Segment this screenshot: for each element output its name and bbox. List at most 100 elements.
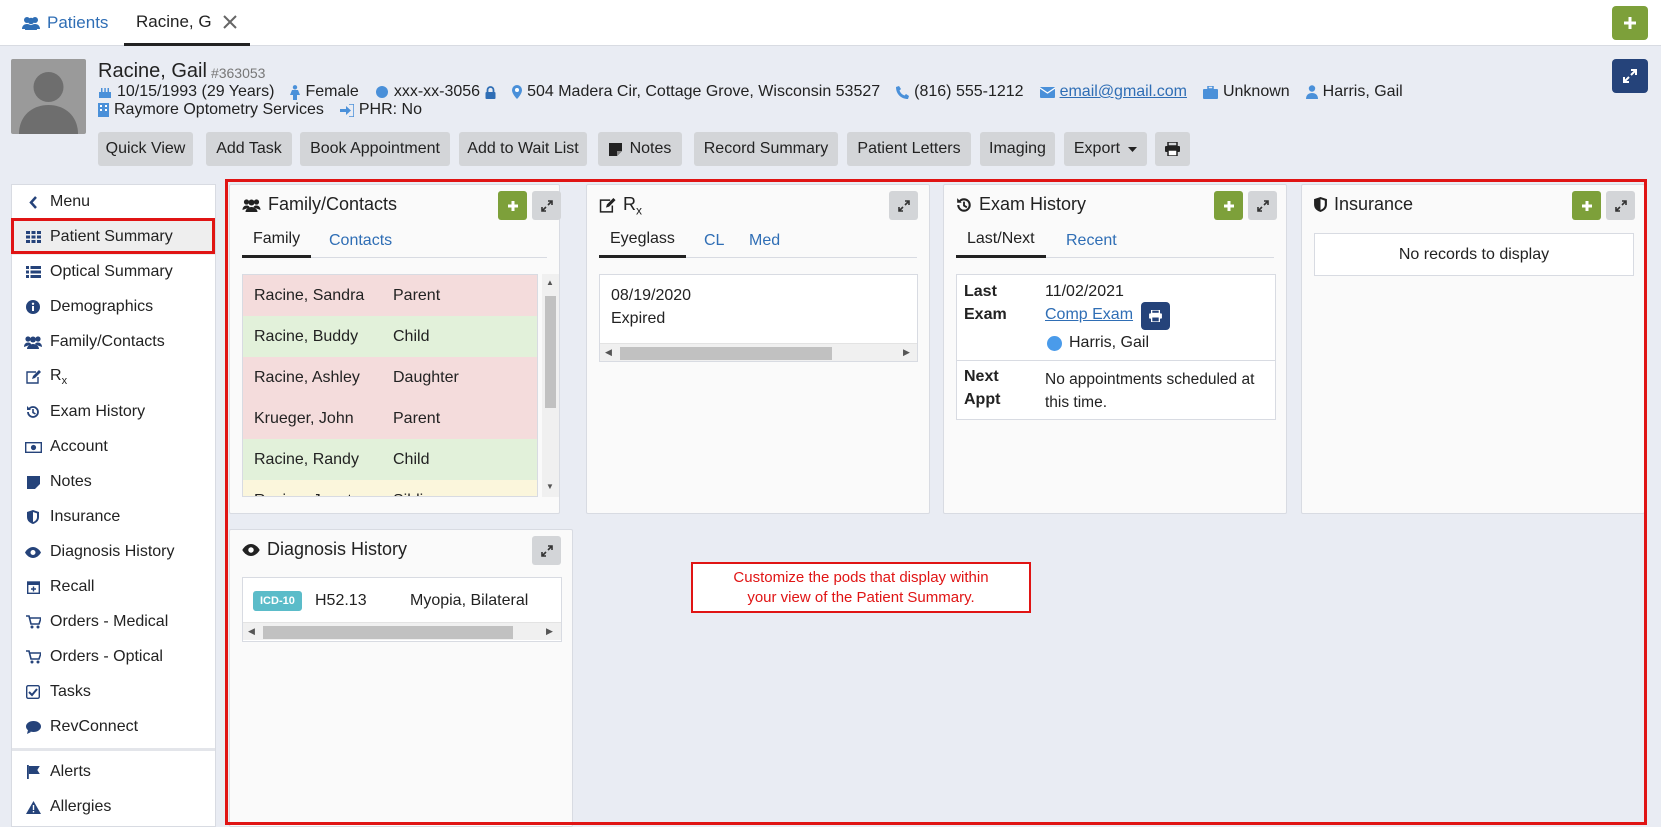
tab-patients[interactable]: Patients: [22, 0, 108, 46]
tab-patient-label: Racine, G: [136, 11, 212, 31]
sidebar-item-label: Rx: [50, 367, 67, 387]
export-button-label: Export: [1073, 140, 1121, 157]
sidebar-item-exam-history[interactable]: Exam History: [24, 395, 145, 429]
sidebar-item-label: RevConnect: [50, 718, 139, 735]
comment-icon: [24, 720, 42, 734]
user-md-icon: [1305, 85, 1318, 99]
employment-text: Unknown: [1222, 83, 1290, 100]
envelope-icon: [1039, 86, 1055, 98]
notes-button[interactable]: Notes: [598, 132, 682, 166]
sidebar-item-notes[interactable]: Notes: [24, 465, 92, 499]
sidebar-item-label: Allergies: [50, 798, 112, 815]
chevron-left-icon: [24, 195, 42, 209]
add-task-button[interactable]: Add Task: [206, 132, 292, 166]
sidebar-item-label: Orders - Optical: [50, 648, 163, 665]
rx-label: R: [50, 366, 62, 384]
sidebar-item-label: Exam History: [50, 403, 146, 420]
sidebar-menu-toggle[interactable]: Menu: [24, 185, 90, 219]
gender-item: Female: [290, 83, 359, 101]
patient-name-line: Racine, Gail #363053: [98, 60, 265, 83]
notes-button-label: Notes: [629, 140, 672, 157]
sidebar-item-recall[interactable]: Recall: [24, 570, 94, 604]
users-icon: [24, 335, 42, 349]
email-link[interactable]: email@gmail.com: [1060, 83, 1187, 101]
sidebar-item-allergies[interactable]: Allergies: [24, 790, 111, 824]
birthday-cake-icon: [98, 85, 112, 99]
map-marker-icon: [512, 85, 523, 99]
sidebar-item-diagnosis-history[interactable]: Diagnosis History: [24, 535, 174, 569]
sidebar-divider: [12, 748, 215, 751]
lock-icon[interactable]: [485, 85, 496, 99]
ssn-item: xxx-xx-3056: [375, 83, 496, 101]
sidebar-item-label: Demographics: [50, 298, 154, 315]
list-icon: [24, 266, 42, 278]
sidebar-item-label: Orders - Medical: [50, 613, 169, 630]
print-button[interactable]: [1155, 132, 1190, 166]
sidebar-item-label: Account: [50, 438, 108, 455]
imaging-button[interactable]: Imaging: [980, 132, 1055, 166]
info-circle-icon: [24, 300, 42, 314]
add-button[interactable]: [1612, 6, 1648, 40]
badge-icon: [375, 85, 389, 99]
cart-icon: [24, 650, 42, 664]
sidebar-item-account[interactable]: Account: [24, 430, 108, 464]
add-to-wait-list-button[interactable]: Add to Wait List: [459, 132, 587, 166]
patient-location-line: Raymore Optometry Services PHR: No: [98, 101, 438, 119]
patient-summary-highlight: [11, 218, 215, 254]
caret-down-icon: [1128, 146, 1138, 152]
patient-id: #363053: [210, 65, 266, 81]
sign-in-icon: [339, 103, 354, 117]
sidebar-item-family-contacts[interactable]: Family/Contacts: [24, 325, 165, 359]
sidebar-item-orders-medical[interactable]: Orders - Medical: [24, 605, 168, 639]
sidebar-item-rx[interactable]: Rx: [24, 360, 67, 394]
tab-patients-label: Patients: [47, 13, 109, 32]
building-icon: [98, 103, 109, 117]
history-icon: [24, 405, 42, 419]
shield-icon: [24, 510, 42, 524]
record-summary-button[interactable]: Record Summary: [694, 132, 838, 166]
female-icon: [290, 84, 301, 100]
export-dropdown-button[interactable]: Export: [1064, 132, 1147, 166]
cart-icon: [24, 615, 42, 629]
eye-icon: [24, 546, 42, 558]
users-icon: [22, 16, 40, 30]
warning-icon: [24, 800, 42, 814]
tab-patient-racine[interactable]: Racine, G: [124, 0, 250, 46]
expand-header-button[interactable]: [1612, 59, 1648, 93]
sidebar-item-insurance[interactable]: Insurance: [24, 500, 120, 534]
email-item: email@gmail.com: [1039, 83, 1187, 101]
phr-item: PHR: No: [339, 101, 422, 119]
money-bill-icon: [24, 441, 42, 453]
sidebar-item-label: Alerts: [50, 763, 91, 780]
sidebar-item-label: Insurance: [50, 508, 121, 525]
avatar: [11, 59, 86, 134]
gender-text: Female: [305, 83, 359, 100]
phone-item: (816) 555-1212: [896, 83, 1024, 101]
calendar-plus-icon: [24, 580, 42, 594]
sidebar-item-orders-optical[interactable]: Orders - Optical: [24, 640, 163, 674]
patient-letters-button[interactable]: Patient Letters: [847, 132, 971, 166]
plus-icon: [1623, 16, 1637, 30]
sidebar-item-tasks[interactable]: Tasks: [24, 675, 91, 709]
sidebar-item-optical-summary[interactable]: Optical Summary: [24, 255, 173, 289]
quick-view-button[interactable]: Quick View: [98, 132, 193, 166]
address-text: 504 Madera Cir, Cottage Grove, Wisconsin…: [527, 83, 881, 100]
provider-text: Harris, Gail: [1322, 83, 1403, 100]
employment-item: Unknown: [1202, 83, 1290, 101]
book-appointment-button[interactable]: Book Appointment: [300, 132, 450, 166]
sticky-note-icon: [608, 142, 622, 156]
close-icon[interactable]: [222, 14, 238, 30]
phone-text: (816) 555-1212: [914, 83, 1024, 100]
sidebar-item-revconnect[interactable]: RevConnect: [24, 710, 138, 744]
phr-text: PHR: No: [358, 101, 422, 118]
sidebar-item-label: Optical Summary: [50, 263, 173, 280]
check-square-icon: [24, 685, 42, 699]
sidebar-item-alerts[interactable]: Alerts: [24, 755, 91, 789]
provider-item: Harris, Gail: [1305, 83, 1403, 101]
rx-subscript: x: [61, 375, 68, 388]
pods-area-highlight: [225, 179, 1647, 825]
expand-icon: [1623, 69, 1637, 83]
sidebar-item-label: Diagnosis History: [50, 543, 175, 560]
sidebar-menu-label: Menu: [50, 193, 91, 210]
sidebar-item-demographics[interactable]: Demographics: [24, 290, 153, 324]
